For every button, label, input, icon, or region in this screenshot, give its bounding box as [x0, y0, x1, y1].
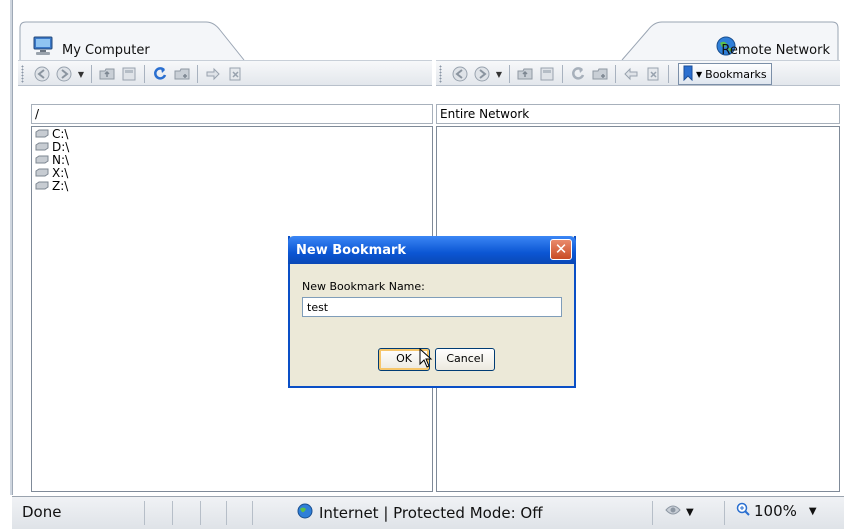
status-text: Done — [22, 503, 62, 521]
toolbar-grip[interactable] — [21, 65, 24, 83]
delete-icon[interactable] — [643, 64, 663, 84]
toolbar-separator — [509, 65, 510, 83]
drive-label: D:\ — [52, 139, 70, 154]
list-item[interactable]: D:\ — [32, 139, 432, 154]
close-icon[interactable]: ✕ — [550, 239, 572, 260]
view-icon[interactable] — [537, 64, 557, 84]
tab-label-my-computer: My Computer — [62, 43, 150, 58]
forward-icon[interactable] — [472, 64, 492, 84]
chevron-down-icon: ▼ — [808, 505, 817, 517]
drive-icon — [35, 142, 49, 151]
toolbar-separator — [562, 65, 563, 83]
refresh-icon[interactable] — [150, 64, 170, 84]
up-folder-icon[interactable] — [97, 64, 117, 84]
drive-label: C:\ — [52, 126, 69, 141]
drive-label: Z:\ — [52, 178, 69, 193]
popup-settings[interactable]: ▼ — [664, 502, 694, 522]
drive-label: X:\ — [52, 165, 69, 180]
status-divider — [226, 501, 227, 525]
transfer-icon[interactable] — [203, 64, 223, 84]
new-folder-icon[interactable] — [590, 64, 610, 84]
window-frame-edge — [10, 0, 13, 495]
remote-toolbar: ▼ ▼ Bookmarks — [436, 60, 840, 86]
status-divider — [652, 501, 653, 525]
toolbar-separator — [144, 65, 145, 83]
bookmark-name-label: New Bookmark Name: — [302, 280, 425, 293]
back-icon[interactable] — [32, 64, 52, 84]
bookmarks-button[interactable]: ▼ Bookmarks — [678, 63, 772, 85]
toolbar-separator — [91, 65, 92, 83]
list-item[interactable]: X:\ — [32, 165, 432, 180]
globe-icon — [297, 503, 313, 523]
refresh-icon[interactable] — [568, 64, 588, 84]
status-divider — [172, 501, 173, 525]
tab-remote-network[interactable]: Remote Network — [620, 16, 840, 62]
toolbar-grip[interactable] — [439, 65, 442, 83]
dialog-title-bar[interactable]: New Bookmark ✕ — [288, 236, 576, 264]
drive-label: N:\ — [52, 152, 70, 167]
history-dropdown-icon[interactable]: ▼ — [494, 70, 504, 79]
status-divider — [724, 501, 725, 525]
zoom-control[interactable]: 100% ▼ — [736, 502, 817, 520]
view-icon[interactable] — [119, 64, 139, 84]
new-folder-icon[interactable] — [172, 64, 192, 84]
cancel-button[interactable]: Cancel — [435, 348, 495, 371]
status-divider — [200, 501, 201, 525]
toolbar-separator — [668, 65, 669, 83]
history-dropdown-icon[interactable]: ▼ — [76, 70, 86, 79]
local-toolbar: ▼ — [18, 60, 432, 86]
forward-icon[interactable] — [54, 64, 74, 84]
list-item[interactable]: Z:\ — [32, 178, 432, 193]
mouse-cursor-icon — [419, 347, 433, 371]
toolbar-separator — [615, 65, 616, 83]
toolbar-separator — [197, 65, 198, 83]
status-bar: Done Internet | Protected Mode: Off ▼ 10… — [12, 496, 844, 529]
new-bookmark-dialog: New Bookmark ✕ New Bookmark Name: OK Can… — [288, 236, 576, 388]
dialog-title: New Bookmark — [296, 243, 407, 258]
drive-icon — [35, 168, 49, 177]
drive-icon — [35, 129, 49, 138]
status-divider — [144, 501, 145, 525]
zoom-icon — [736, 502, 750, 520]
zoom-level: 100% — [754, 502, 797, 520]
settings-icon — [664, 502, 682, 522]
chevron-down-icon: ▼ — [686, 506, 694, 518]
bookmark-name-input[interactable] — [302, 297, 562, 317]
list-item[interactable]: C:\ — [32, 126, 432, 141]
back-icon[interactable] — [450, 64, 470, 84]
chevron-down-icon: ▼ — [696, 69, 703, 79]
local-path-field[interactable]: / — [31, 104, 433, 124]
transfer-back-icon[interactable] — [621, 64, 641, 84]
up-folder-icon[interactable] — [515, 64, 535, 84]
bookmark-icon — [683, 65, 693, 84]
drive-icon — [35, 181, 49, 190]
security-zone[interactable]: Internet | Protected Mode: Off — [297, 503, 543, 523]
status-divider — [252, 501, 253, 525]
drive-icon — [35, 155, 49, 164]
remote-path-field[interactable]: Entire Network — [436, 104, 840, 124]
tab-my-computer[interactable]: My Computer — [18, 16, 248, 62]
delete-icon[interactable] — [225, 64, 245, 84]
list-item[interactable]: N:\ — [32, 152, 432, 167]
tab-label-remote-network: Remote Network — [721, 43, 830, 58]
zone-label: Internet | Protected Mode: Off — [319, 504, 543, 522]
bookmarks-label: Bookmarks — [705, 67, 767, 81]
